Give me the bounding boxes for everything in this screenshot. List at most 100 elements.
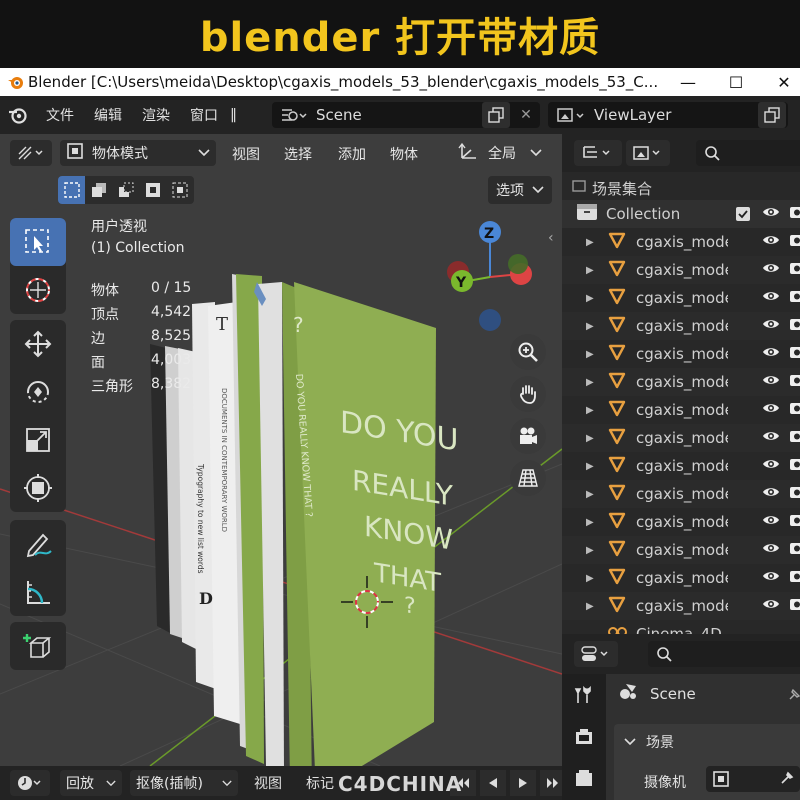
move-tool-icon[interactable] xyxy=(10,320,66,368)
camera-render-icon[interactable] xyxy=(790,205,800,223)
eye-icon[interactable] xyxy=(762,597,780,615)
maximize-button[interactable]: ☐ xyxy=(716,68,756,96)
expand-arrow-icon[interactable]: ▶ xyxy=(586,377,600,388)
blender-menu-icon[interactable] xyxy=(0,96,36,134)
cursor-tool-icon[interactable] xyxy=(10,266,66,314)
expand-arrow-icon[interactable]: ▶ xyxy=(586,349,600,360)
menu-file[interactable]: 文件 xyxy=(46,105,74,125)
eye-icon[interactable] xyxy=(762,569,780,587)
outliner-display-mode-dropdown[interactable] xyxy=(574,140,622,166)
ortho-grid-icon[interactable] xyxy=(510,460,546,496)
eye-icon[interactable] xyxy=(762,513,780,531)
eye-icon[interactable] xyxy=(762,261,780,279)
expand-arrow-icon[interactable]: ▶ xyxy=(586,293,600,304)
outliner-item-row[interactable]: ▶ cgaxis_mode xyxy=(562,592,800,620)
camera-field-input[interactable] xyxy=(706,766,800,792)
outliner-item-row[interactable]: ▶ cgaxis_mode xyxy=(562,396,800,424)
expand-arrow-icon[interactable]: ▶ xyxy=(586,517,600,528)
transform-tool-icon[interactable] xyxy=(10,464,66,512)
camera-render-icon[interactable] xyxy=(790,597,800,615)
camera-render-icon[interactable] xyxy=(790,233,800,251)
eye-icon[interactable] xyxy=(762,457,780,475)
camera-render-icon[interactable] xyxy=(790,541,800,559)
expand-arrow-icon[interactable]: ▶ xyxy=(586,601,600,612)
camera-view-icon[interactable] xyxy=(510,418,546,454)
outliner-item-row[interactable]: ▶ cgaxis_mode xyxy=(562,340,800,368)
menu-render[interactable]: 渲染 xyxy=(142,105,170,125)
outliner-item-row[interactable]: ▶ cgaxis_mode xyxy=(562,256,800,284)
eye-icon[interactable] xyxy=(762,541,780,559)
scale-tool-icon[interactable] xyxy=(10,416,66,464)
measure-tool-icon[interactable] xyxy=(10,568,66,616)
outliner-item-row[interactable]: ▶ cgaxis_mode xyxy=(562,368,800,396)
expand-arrow-icon[interactable]: ▶ xyxy=(586,461,600,472)
view-layer-copy-icon[interactable] xyxy=(758,102,786,128)
camera-render-icon[interactable] xyxy=(790,317,800,335)
eyedropper-icon[interactable] xyxy=(780,770,794,789)
select-new-icon[interactable] xyxy=(58,176,85,204)
menu-window[interactable]: 窗口 xyxy=(190,105,218,125)
timeline-menu-view[interactable]: 视图 xyxy=(254,773,282,793)
camera-render-icon[interactable] xyxy=(790,289,800,307)
outliner-item-row[interactable]: ▶ cgaxis_mode xyxy=(562,284,800,312)
collection-checkbox[interactable] xyxy=(736,207,750,221)
close-button[interactable]: ✕ xyxy=(764,68,800,96)
outliner-collection-row[interactable]: Collection xyxy=(562,200,800,228)
timeline-editor-dropdown[interactable] xyxy=(10,770,50,796)
play-reverse-icon[interactable] xyxy=(480,770,506,796)
camera-render-icon[interactable] xyxy=(790,485,800,503)
eye-icon[interactable] xyxy=(762,345,780,363)
camera-render-icon[interactable] xyxy=(790,569,800,587)
outliner-item-row[interactable]: ▶ cgaxis_mode xyxy=(562,564,800,592)
select-box-tool-icon[interactable] xyxy=(10,218,66,266)
annotate-tool-icon[interactable] xyxy=(10,520,66,568)
select-intersect-icon[interactable] xyxy=(166,176,193,204)
output-tab-icon[interactable] xyxy=(562,758,606,800)
eye-icon[interactable] xyxy=(762,233,780,251)
outliner-filter-dropdown[interactable] xyxy=(626,140,670,166)
camera-render-icon[interactable] xyxy=(790,429,800,447)
outliner-search-input[interactable] xyxy=(696,140,800,166)
camera-render-icon[interactable] xyxy=(790,401,800,419)
expand-arrow-icon[interactable]: ▶ xyxy=(586,545,600,556)
eye-icon[interactable] xyxy=(762,317,780,335)
pan-hand-icon[interactable] xyxy=(510,376,546,412)
vp-menu-object[interactable]: 物体 xyxy=(390,144,418,164)
scene-section-header[interactable]: 场景 xyxy=(624,732,674,752)
outliner-item-row[interactable]: ▶ cgaxis_mode xyxy=(562,228,800,256)
rotate-tool-icon[interactable] xyxy=(10,368,66,416)
camera-render-icon[interactable] xyxy=(790,457,800,475)
menu-edit[interactable]: 编辑 xyxy=(94,105,122,125)
play-icon[interactable] xyxy=(510,770,536,796)
editor-type-dropdown[interactable] xyxy=(10,140,52,166)
vp-menu-add[interactable]: 添加 xyxy=(338,144,366,164)
playback-dropdown[interactable]: 回放 xyxy=(60,770,122,796)
render-tab-icon[interactable] xyxy=(562,716,606,758)
properties-search-input[interactable] xyxy=(648,641,800,667)
scene-remove-icon[interactable]: ✕ xyxy=(512,102,540,128)
scene-copy-icon[interactable] xyxy=(482,102,510,128)
outliner-item-row[interactable]: ▶ cgaxis_mode xyxy=(562,508,800,536)
outliner-item-row[interactable]: ▶ cgaxis_mode xyxy=(562,424,800,452)
eye-icon[interactable] xyxy=(762,401,780,419)
select-extend-icon[interactable] xyxy=(85,176,112,204)
options-dropdown[interactable]: 选项 xyxy=(488,176,552,204)
keying-dropdown[interactable]: 抠像(插帧) xyxy=(130,770,238,796)
camera-render-icon[interactable] xyxy=(790,345,800,363)
camera-render-icon[interactable] xyxy=(790,261,800,279)
outliner-item-row[interactable]: ▶ cgaxis_mode xyxy=(562,312,800,340)
tool-settings-tab-icon[interactable] xyxy=(562,674,606,716)
camera-render-icon[interactable] xyxy=(790,373,800,391)
expand-arrow-icon[interactable]: ▶ xyxy=(586,321,600,332)
minimize-button[interactable]: — xyxy=(668,68,708,96)
select-invert-icon[interactable] xyxy=(139,176,166,204)
outliner-item-row[interactable]: ▶ cgaxis_mode xyxy=(562,480,800,508)
expand-arrow-icon[interactable]: ▶ xyxy=(586,237,600,248)
expand-arrow-icon[interactable]: ▶ xyxy=(586,405,600,416)
menu-overflow[interactable]: ‖ xyxy=(230,107,237,123)
camera-render-icon[interactable] xyxy=(790,513,800,531)
outliner-item-cinema4d[interactable]: Cinema_4D xyxy=(562,620,800,634)
pin-icon[interactable] xyxy=(788,686,800,705)
properties-editor-dropdown[interactable] xyxy=(574,641,618,667)
view-layer-name[interactable]: ViewLayer xyxy=(594,106,671,124)
